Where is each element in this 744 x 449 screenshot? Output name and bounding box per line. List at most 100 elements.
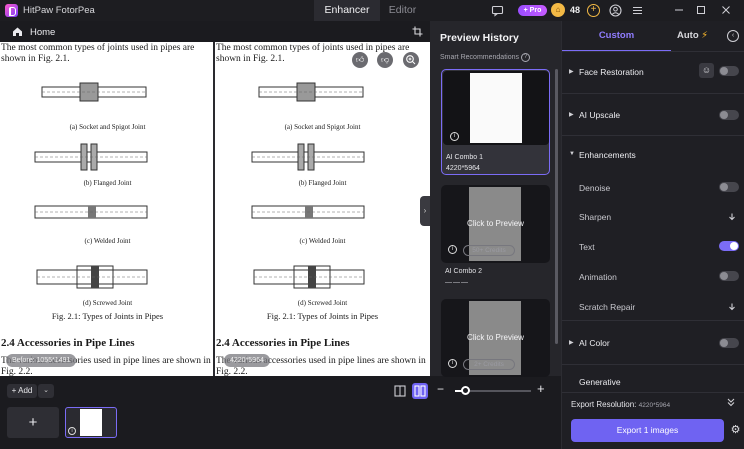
face-restoration-toggle[interactable] [719,66,739,76]
info-icon[interactable]: i [448,359,457,368]
denoise-toggle[interactable] [719,182,739,192]
minimize-icon[interactable] [671,2,687,18]
zoom-out-icon[interactable]: − [437,382,444,396]
download-model-icon[interactable] [727,212,737,222]
flanged-joint-drawing [34,143,148,171]
export-button[interactable]: Export 1 images [571,419,724,442]
section-heading: 2.4 Accessories in Pipe Lines [1,337,135,349]
smart-recommendations-label: Smart Recommendations [440,54,519,61]
history-card-selected[interactable]: i AI Combo 1 4220*5964 [441,69,550,175]
history-card-image: i [443,71,549,145]
messages-icon[interactable] [491,4,504,17]
export-resolution[interactable]: Export Resolution: 4220*5964 [571,400,670,409]
menu-icon[interactable] [631,4,644,17]
option-text: Text [579,242,595,252]
animation-toggle[interactable] [719,271,739,281]
add-image-tile[interactable]: + [7,407,59,438]
history-scrollbar[interactable] [555,69,558,344]
gear-icon[interactable]: ⚙ [730,425,741,436]
section-enhancements[interactable]: Enhancements [579,150,636,160]
zoom-slider-handle[interactable] [461,386,470,395]
history-title: Preview History [440,32,519,44]
figure-caption: Fig. 2.1: Types of Joints in Pipes [266,311,379,321]
screwed-joint-drawing [253,265,365,289]
home-link[interactable]: Home [30,27,55,38]
text-toggle[interactable] [719,241,739,251]
zoom-in-icon[interactable] [403,52,419,68]
history-card-page [470,73,522,143]
click-to-preview-label[interactable]: Click to Preview [441,219,550,228]
toggle-history-handle[interactable]: › [420,196,430,226]
expand-caret-icon[interactable]: ▶ [569,68,574,75]
settings-panel: Custom Auto ⚡ ‹ ▶ Face Restoration ☺ ▶ A… [561,21,744,449]
collapse-panel-icon[interactable]: ‹ [727,30,739,42]
add-dropdown-chevron-icon[interactable]: ⌄ [38,384,54,398]
divider [562,135,744,136]
tab-auto[interactable]: Auto ⚡ [677,21,717,51]
close-icon[interactable] [718,2,734,18]
document-intro: The most common types of joints used in … [1,43,195,64]
single-view-icon[interactable] [392,383,408,399]
expand-caret-icon[interactable]: ▶ [569,111,574,118]
home-icon[interactable] [12,26,23,37]
help-icon[interactable]: ? [521,53,530,62]
info-icon[interactable]: i [68,427,76,435]
add-label: Add [18,386,33,395]
info-icon[interactable]: i [450,132,459,141]
flanged-joint-drawing [251,143,365,171]
history-card-locked[interactable]: Click to Preview i 2+ Credits [441,299,550,377]
image-thumbnail[interactable]: i [65,407,117,438]
thumbnail-page [80,409,102,436]
add-button[interactable]: + Add [7,384,37,398]
face-icon[interactable]: ☺ [699,63,714,78]
tab-auto-label: Auto [677,30,699,41]
buy-credits-icon[interactable]: + [587,4,600,17]
divider [562,93,744,94]
section-ai-upscale[interactable]: AI Upscale [579,110,620,120]
info-icon[interactable]: i [448,245,457,254]
divider [562,51,744,52]
title-bar: HitPaw FotorPea Enhancer Editor + Pro ⌂ … [0,0,744,21]
pro-badge[interactable]: + Pro [518,5,547,16]
maximize-icon[interactable] [693,2,709,18]
ai-upscale-toggle[interactable] [719,110,739,120]
welded-joint-drawing [251,205,365,219]
tab-custom[interactable]: Custom [562,21,671,51]
section-generative[interactable]: Generative [579,377,621,387]
thumbs-down-icon[interactable]: 👎︎ [377,52,393,68]
canvas-toolbar: Home [0,21,430,42]
export-resolution-value: 4220*5964 [638,402,671,409]
option-animation: Animation [579,272,617,282]
tab-editor[interactable]: Editor [380,0,425,21]
history-card-locked[interactable]: Click to Preview i 50+ Credits [441,185,550,263]
after-pane[interactable]: The most common types of joints used in … [215,42,430,376]
account-icon[interactable] [609,4,622,17]
collapse-caret-icon[interactable]: ▼ [569,151,575,157]
history-card-resolution-placeholder: ——— [445,279,469,286]
joint-caption: (d) Screwed Joint [82,299,133,307]
joint-caption: (c) Welded Joint [299,237,346,245]
history-card-name: AI Combo 1 [446,154,483,161]
history-card-name: AI Combo 2 [445,268,482,275]
welded-joint-drawing [34,205,148,219]
expand-caret-icon[interactable]: ▶ [569,339,574,346]
plus-icon: + [11,386,17,395]
joint-caption: (a) Socket and Spigot Joint [284,123,361,131]
option-scratch-repair: Scratch Repair [579,302,636,312]
tab-enhancer[interactable]: Enhancer [314,0,380,21]
split-view-icon[interactable] [412,383,428,399]
section-ai-color[interactable]: AI Color [579,338,610,348]
ai-color-toggle[interactable] [719,338,739,348]
credit-count: 48 [570,5,581,15]
click-to-preview-label[interactable]: Click to Preview [441,333,550,342]
section-face-restoration[interactable]: Face Restoration [579,67,644,77]
option-sharpen: Sharpen [579,212,612,222]
thumbs-up-icon[interactable]: 👍︎ [352,52,368,68]
before-pane[interactable]: The most common types of joints used in … [0,42,213,376]
double-chevron-down-icon[interactable] [726,397,736,409]
socket-spigot-joint-drawing [258,82,364,102]
crop-icon[interactable] [412,26,423,37]
download-model-icon[interactable] [727,302,737,312]
socket-spigot-joint-drawing [41,82,147,102]
zoom-in-plus-icon[interactable]: + [537,381,545,396]
